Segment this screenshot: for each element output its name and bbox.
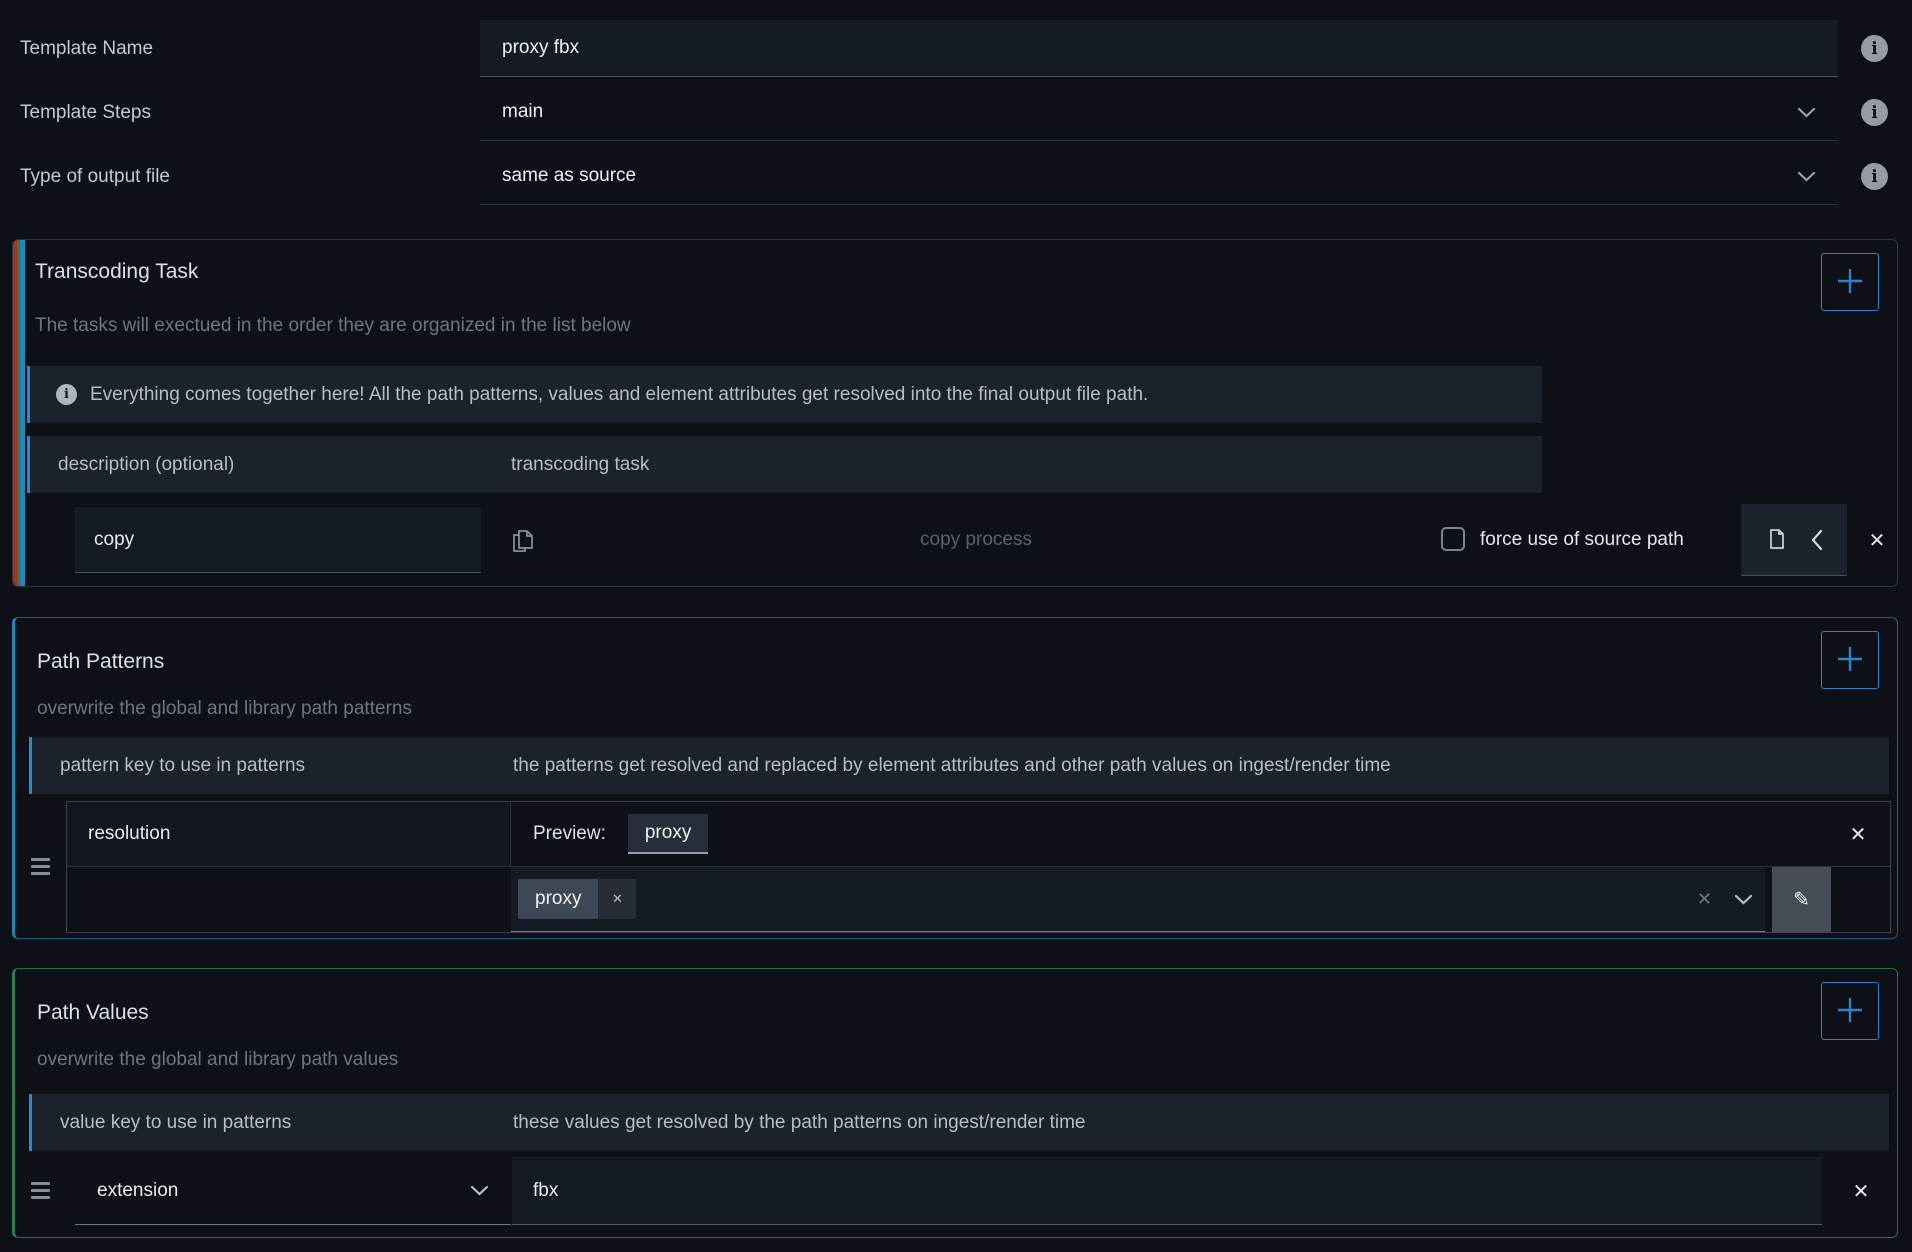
section-subtitle: The tasks will exectued in the order the… (35, 315, 631, 337)
template-name-row: Template Name proxy fbx i (0, 20, 1912, 77)
task-description-value: copy (94, 529, 134, 551)
template-name-input[interactable]: proxy fbx (480, 20, 1838, 77)
remove-tag-icon[interactable]: ✕ (598, 879, 636, 919)
pattern-value-row: proxy ✕ ✕ ✎ (67, 867, 1890, 932)
plus-icon (1836, 996, 1864, 1027)
pattern-key-value: resolution (88, 823, 170, 845)
rgb-stripe-border (13, 240, 25, 586)
force-source-path-label: force use of source path (1480, 507, 1684, 573)
column-header-row: pattern key to use in patterns the patte… (29, 737, 1889, 794)
column-transcoding-task: transcoding task (511, 436, 649, 493)
output-type-label: Type of output file (20, 148, 170, 205)
info-icon[interactable]: i (1861, 99, 1888, 126)
clear-icon[interactable]: ✕ (1697, 889, 1712, 910)
value-input[interactable]: fbx (512, 1157, 1822, 1225)
delete-value-button[interactable]: ✕ (1841, 1157, 1881, 1225)
pattern-tag-label: proxy (518, 879, 598, 919)
add-pattern-button[interactable] (1821, 631, 1879, 689)
column-value-description: these values get resolved by the path pa… (513, 1094, 1085, 1151)
chevron-down-icon (1797, 107, 1816, 118)
pencil-icon: ✎ (1793, 887, 1810, 912)
template-steps-label: Template Steps (20, 84, 151, 141)
template-steps-select[interactable]: main (480, 84, 1838, 141)
chevron-down-icon (470, 1185, 489, 1196)
section-subtitle: overwrite the global and library path va… (37, 1049, 398, 1071)
section-title: Path Values (37, 1001, 149, 1025)
info-icon: i (56, 384, 77, 405)
column-description: description (optional) (58, 436, 234, 493)
info-icon[interactable]: i (1861, 35, 1888, 62)
plus-icon (1836, 267, 1864, 298)
edit-pattern-button[interactable]: ✎ (1772, 867, 1831, 932)
chevron-left-icon[interactable] (1811, 529, 1823, 551)
paste-icon[interactable] (1765, 527, 1787, 553)
info-banner-text: Everything comes together here! All the … (90, 384, 1148, 406)
delete-pattern-button[interactable]: ✕ (1838, 802, 1878, 866)
section-title: Transcoding Task (35, 260, 198, 284)
plus-icon (1836, 645, 1864, 676)
info-banner: i Everything comes together here! All th… (27, 366, 1542, 423)
path-patterns-section: Path Patterns overwrite the global and l… (12, 617, 1898, 939)
column-header-row: value key to use in patterns these value… (29, 1094, 1889, 1151)
task-process-placeholder[interactable]: copy process (696, 507, 1256, 573)
output-type-row: Type of output file same as source i (0, 148, 1912, 205)
drag-handle-icon[interactable] (31, 1182, 50, 1199)
template-name-value: proxy fbx (502, 37, 579, 59)
column-pattern-description: the patterns get resolved and replaced b… (513, 737, 1391, 794)
pattern-tags-input[interactable]: proxy ✕ ✕ (511, 867, 1765, 932)
chevron-down-icon (1797, 171, 1816, 182)
drag-handle-icon[interactable] (31, 858, 50, 875)
task-action-group (1741, 504, 1847, 576)
delete-task-button[interactable]: ✕ (1857, 507, 1897, 573)
output-type-select[interactable]: same as source (480, 148, 1838, 205)
column-header-row: description (optional) transcoding task (27, 436, 1542, 493)
pattern-key-row: resolution Preview: proxy ✕ (67, 802, 1890, 867)
value-key-select[interactable]: extension (75, 1157, 511, 1225)
value-key-value: extension (97, 1180, 178, 1202)
output-type-value: same as source (502, 165, 636, 187)
task-description-input[interactable]: copy (75, 507, 481, 573)
add-value-button[interactable] (1821, 982, 1879, 1040)
section-title: Path Patterns (37, 650, 164, 674)
transcoding-task-section: Transcoding Task The tasks will exectued… (12, 239, 1898, 587)
pattern-tag: proxy ✕ (518, 879, 636, 919)
info-icon[interactable]: i (1861, 163, 1888, 190)
column-pattern-key: pattern key to use in patterns (60, 737, 305, 794)
path-values-section: Path Values overwrite the global and lib… (12, 968, 1898, 1238)
template-name-label: Template Name (20, 20, 153, 77)
value-value: fbx (533, 1180, 558, 1202)
template-steps-value: main (502, 101, 543, 123)
column-value-key: value key to use in patterns (60, 1094, 291, 1151)
pattern-key-input[interactable]: resolution (67, 802, 511, 866)
template-steps-row: Template Steps main i (0, 84, 1912, 141)
section-subtitle: overwrite the global and library path pa… (37, 698, 412, 720)
add-task-button[interactable] (1821, 253, 1879, 311)
pattern-editor: resolution Preview: proxy ✕ proxy ✕ ✕ ✎ (66, 801, 1891, 933)
copy-icon[interactable] (509, 526, 537, 561)
preview-label: Preview: (533, 823, 606, 845)
chevron-down-icon[interactable] (1734, 894, 1753, 905)
preview-chip: proxy (628, 814, 708, 854)
force-source-path-checkbox[interactable] (1441, 527, 1465, 551)
